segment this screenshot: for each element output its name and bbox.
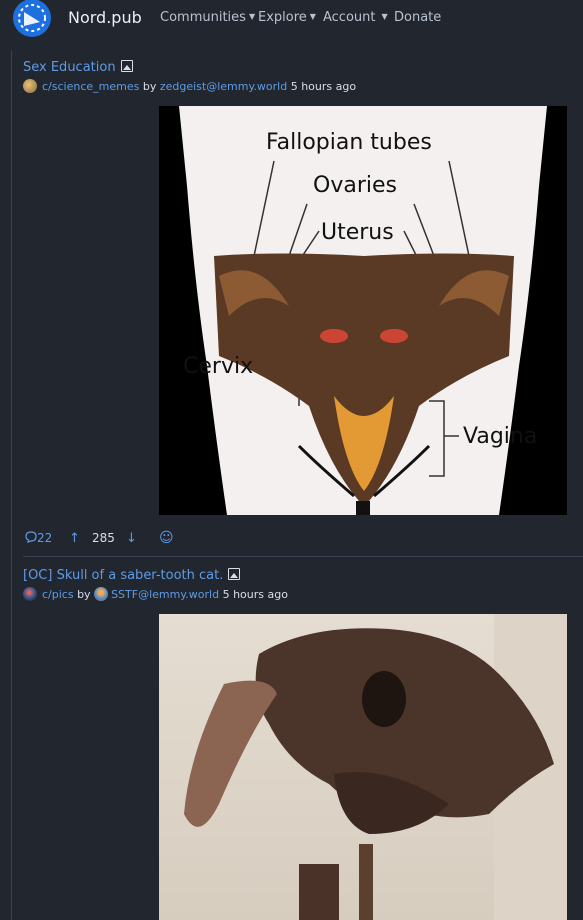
top-navbar: Nord.pub Communities ▼ Explore ▼ Account ▼ … xyxy=(0,0,583,38)
author-link[interactable]: zedgeist@lemmy.world xyxy=(160,80,287,93)
author-link[interactable]: SSTF@lemmy.world xyxy=(111,588,219,601)
community-avatar xyxy=(23,587,37,601)
chevron-down-icon: ▼ xyxy=(309,12,316,21)
nav-explore[interactable]: Explore ▼ xyxy=(258,10,316,25)
community-avatar xyxy=(23,79,37,93)
post-listing: Sex Education c/science_memes by zedgeis… xyxy=(23,60,356,93)
feed-border xyxy=(11,50,12,920)
user-avatar xyxy=(94,587,109,601)
post-title-link[interactable]: Sex Education xyxy=(23,60,356,75)
comment-icon xyxy=(25,531,37,543)
post-meta: c/science_memes by zedgeist@lemmy.world … xyxy=(23,79,356,93)
image-label: Cervix xyxy=(183,354,254,379)
post-title-text: Sex Education xyxy=(23,60,116,75)
image-label: Fallopian tubes xyxy=(266,130,432,155)
post-title-link[interactable]: [OC] Skull of a saber-tooth cat. xyxy=(23,568,288,583)
image-icon xyxy=(120,60,133,72)
nav-explore-label: Explore xyxy=(258,10,307,25)
image-label: Uterus xyxy=(321,220,394,245)
by-label: by xyxy=(142,80,157,93)
post-thumbnail[interactable] xyxy=(159,614,567,920)
nav-communities[interactable]: Communities ▼ xyxy=(160,10,255,25)
smiley-icon[interactable]: ☺ xyxy=(159,530,174,546)
score-value: 285 xyxy=(92,531,115,545)
post-meta: c/pics by SSTF@lemmy.world 5 hours ago xyxy=(23,587,288,601)
nav-communities-label: Communities xyxy=(160,10,246,25)
chevron-down-icon: ▼ xyxy=(381,12,388,21)
community-link[interactable]: c/science_memes xyxy=(42,80,139,93)
nav-donate[interactable]: Donate xyxy=(394,10,441,25)
site-name[interactable]: Nord.pub xyxy=(68,8,142,27)
meme-diagram-image xyxy=(159,106,567,515)
image-label: Ovaries xyxy=(313,173,397,198)
community-link[interactable]: c/pics xyxy=(42,588,74,601)
post-divider xyxy=(23,556,583,557)
post-listing: [OC] Skull of a saber-tooth cat. c/pics … xyxy=(23,568,288,601)
chevron-down-icon: ▼ xyxy=(248,12,256,21)
nav-account-label: Account xyxy=(323,10,376,25)
downvote-arrow-icon[interactable]: ↓ xyxy=(126,531,137,546)
comment-count: 22 xyxy=(37,531,53,545)
skull-photo-image xyxy=(159,614,567,920)
by-label: by xyxy=(77,588,91,601)
nav-account[interactable]: Account ▼ xyxy=(323,10,388,25)
image-icon xyxy=(228,568,241,580)
upvote-arrow-icon[interactable]: ↑ xyxy=(69,531,80,546)
site-logo-icon[interactable] xyxy=(12,0,52,38)
post-title-text: [OC] Skull of a saber-tooth cat. xyxy=(23,568,224,583)
comments-button[interactable]: 22 xyxy=(25,531,52,545)
post-thumbnail[interactable]: Fallopian tubes Ovaries Uterus Cervix Va… xyxy=(159,106,567,515)
image-label: Vagina xyxy=(463,424,538,449)
post-time: 5 hours ago xyxy=(222,588,288,601)
nav-donate-label: Donate xyxy=(394,10,442,25)
post-time: 5 hours ago xyxy=(290,80,357,93)
